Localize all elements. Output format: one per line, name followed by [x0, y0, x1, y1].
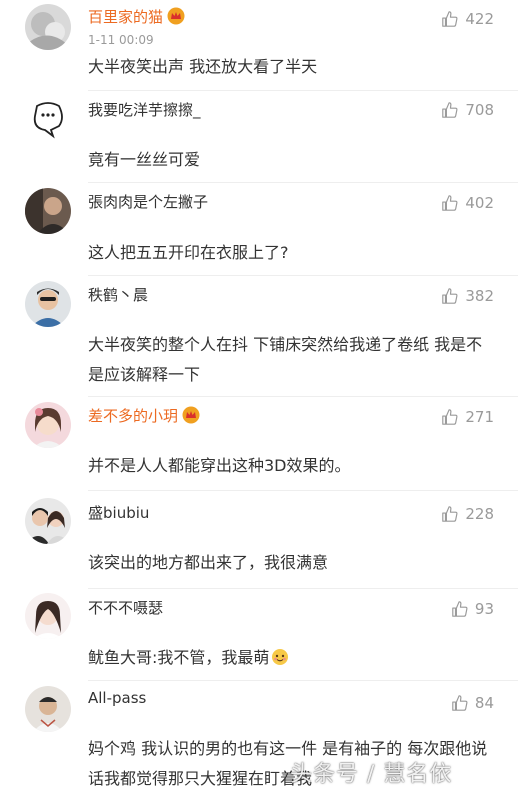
divider: [88, 275, 518, 276]
watermark: 头条号 / 慧名依: [290, 762, 453, 787]
username[interactable]: 不不不嗫瑟: [88, 598, 163, 618]
avatar[interactable]: [25, 4, 71, 50]
like-count: 93: [474, 600, 494, 618]
like-button[interactable]: 228: [441, 503, 494, 525]
thumbs-up-icon: [442, 11, 458, 27]
like-button[interactable]: 84: [451, 692, 494, 714]
avatar[interactable]: [25, 686, 71, 732]
avatar[interactable]: [25, 498, 71, 544]
username[interactable]: 百里家的猫: [88, 7, 185, 27]
comment-text: 大半夜笑出声 我还放大看了半天: [88, 57, 318, 76]
comment-text: 鱿鱼大哥:我不管，我最萌: [88, 643, 488, 673]
divider: [88, 588, 518, 589]
username[interactable]: 張肉肉是个左撇子: [88, 192, 208, 212]
timestamp: 1-11 00:09: [88, 33, 154, 47]
thumbs-up-icon: [452, 695, 468, 711]
comment-text: 并不是人人都能穿出这种3D效果的。: [88, 456, 351, 475]
thumbs-up-icon: [452, 601, 468, 617]
divider: [88, 490, 518, 491]
like-count: 422: [465, 10, 494, 28]
cute-face-emoji-icon: [272, 649, 289, 665]
like-count: 708: [465, 101, 494, 119]
avatar[interactable]: [25, 402, 71, 448]
avatar[interactable]: [25, 593, 71, 639]
like-button[interactable]: 402: [441, 192, 494, 214]
divider: [88, 396, 518, 397]
username[interactable]: 盛biubiu: [88, 503, 149, 523]
divider: [88, 90, 518, 91]
like-button[interactable]: 422: [441, 8, 494, 30]
username[interactable]: 秩鹤丶晨: [88, 285, 148, 305]
comment-text: 这人把五五开印在衣服上了?: [88, 243, 289, 262]
divider: [88, 680, 518, 681]
thumbs-up-icon: [442, 506, 458, 522]
like-count: 271: [465, 408, 494, 426]
comment-text: 该突出的地方都出来了，我很满意: [88, 553, 329, 572]
like-count: 84: [474, 694, 494, 712]
avatar[interactable]: [25, 281, 71, 327]
username[interactable]: 我要吃洋芋擦擦_: [88, 100, 201, 120]
avatar[interactable]: [25, 96, 71, 142]
like-button[interactable]: 271: [441, 406, 494, 428]
thumbs-up-icon: [442, 409, 458, 425]
like-count: 402: [465, 194, 494, 212]
divider: [88, 182, 518, 183]
like-count: 228: [465, 505, 494, 523]
like-button[interactable]: 93: [451, 598, 494, 620]
like-button[interactable]: 708: [441, 99, 494, 121]
like-button[interactable]: 382: [441, 285, 494, 307]
thumbs-up-icon: [442, 288, 458, 304]
username[interactable]: All-pass: [88, 688, 146, 708]
like-count: 382: [465, 287, 494, 305]
thumbs-up-icon: [442, 195, 458, 211]
comment-text: 竟有一丝丝可爱: [88, 150, 201, 169]
vip-crown-icon: [182, 406, 200, 424]
username[interactable]: 差不多的小玥: [88, 406, 200, 426]
thumbs-up-icon: [442, 102, 458, 118]
vip-crown-icon: [167, 7, 185, 25]
comment-text: 大半夜笑的整个人在抖 下铺床突然给我递了卷纸 我是不是应该解释一下: [88, 335, 483, 384]
avatar[interactable]: [25, 188, 71, 234]
